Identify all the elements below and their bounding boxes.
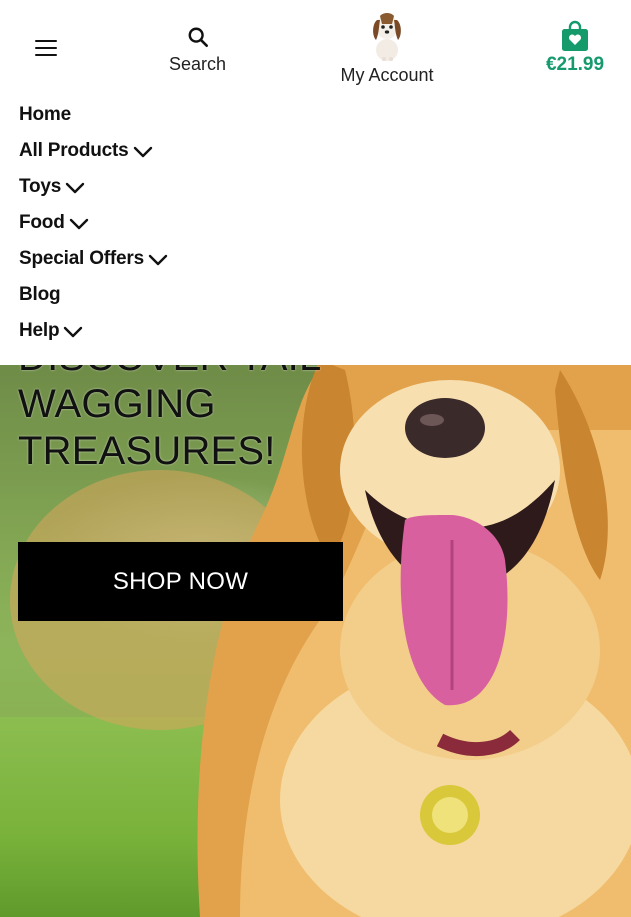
nav-item-toys[interactable]: Toys bbox=[19, 169, 631, 205]
cart-button[interactable]: €21.99 bbox=[538, 20, 612, 76]
nav-item-label: Toys bbox=[19, 176, 62, 197]
nav-item-all-products[interactable]: All Products bbox=[19, 133, 631, 169]
hero-title-line-3: TREASURES! bbox=[18, 429, 276, 473]
nav-item-label: Special Offers bbox=[19, 248, 144, 269]
chevron-down-icon[interactable] bbox=[133, 146, 153, 158]
hamburger-menu-icon[interactable] bbox=[35, 40, 57, 58]
my-account-link[interactable]: My Account bbox=[325, 10, 449, 86]
site-header: Search My Account €21.99 bbox=[0, 0, 631, 100]
nav-item-home[interactable]: Home bbox=[19, 97, 631, 133]
cart-total: €21.99 bbox=[545, 54, 605, 75]
nav-item-label: Food bbox=[19, 212, 65, 233]
search-button[interactable]: Search bbox=[150, 26, 245, 75]
hero-title-line-2: WAGGING bbox=[18, 382, 216, 426]
search-label: Search bbox=[168, 54, 227, 74]
chevron-down-icon[interactable] bbox=[63, 326, 83, 338]
nav-item-label: Help bbox=[19, 320, 60, 341]
chevron-down-icon[interactable] bbox=[148, 254, 168, 266]
nav-item-help[interactable]: Help bbox=[19, 313, 631, 349]
nav-item-special-offers[interactable]: Special Offers bbox=[19, 241, 631, 277]
nav-item-blog[interactable]: Blog bbox=[19, 277, 631, 313]
main-navigation: Home All Products Toys Food Special Offers Bl… bbox=[0, 94, 631, 365]
puppy-avatar-icon bbox=[373, 13, 401, 61]
shop-now-button[interactable]: SHOP NOW bbox=[18, 542, 343, 621]
search-icon bbox=[188, 27, 208, 47]
nav-item-label: Blog bbox=[19, 284, 61, 305]
chevron-down-icon[interactable] bbox=[69, 218, 89, 230]
chevron-down-icon[interactable] bbox=[65, 182, 85, 194]
nav-item-label: All Products bbox=[19, 140, 129, 161]
nav-list: Home All Products Toys Food Special Offers Bl… bbox=[0, 94, 631, 349]
shopping-bag-heart-icon bbox=[562, 20, 588, 51]
nav-item-food[interactable]: Food bbox=[19, 205, 631, 241]
my-account-label: My Account bbox=[340, 65, 434, 85]
nav-item-label: Home bbox=[19, 104, 71, 125]
